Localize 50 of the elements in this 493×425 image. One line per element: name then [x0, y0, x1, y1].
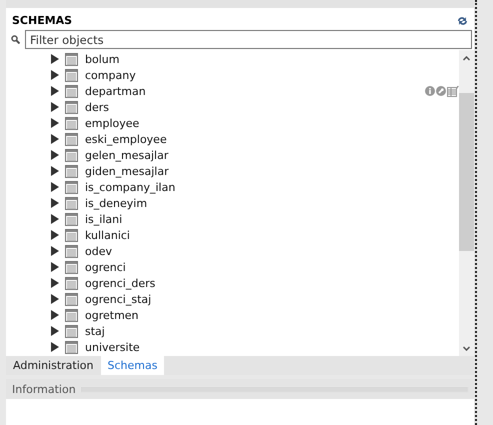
scrollbar[interactable]: [459, 50, 474, 356]
table-icon: [65, 292, 78, 306]
table-icon: [65, 132, 78, 146]
information-title: Information: [12, 382, 76, 396]
table-icon: [65, 52, 78, 66]
table-icon: [65, 244, 78, 258]
table-data-icon[interactable]: [447, 86, 459, 96]
table-name[interactable]: ogretmen: [85, 308, 139, 322]
table-icon: [65, 148, 78, 162]
table-icon: [65, 84, 78, 98]
table-icon: [65, 340, 78, 354]
table-name[interactable]: giden_mesajlar: [85, 164, 169, 178]
table-icon: [65, 308, 78, 322]
table-name[interactable]: ogrenci: [85, 260, 126, 274]
table-name[interactable]: employee: [85, 116, 140, 130]
table-name[interactable]: gelen_mesajlar: [85, 148, 168, 162]
table-name[interactable]: company: [85, 68, 136, 82]
table-icon: [65, 68, 78, 82]
table-icon: [65, 180, 78, 194]
table-name[interactable]: eski_employee: [85, 132, 167, 146]
table-name[interactable]: ogrenci_staj: [85, 292, 152, 306]
tab[interactable]: Administration: [6, 356, 100, 375]
table-name[interactable]: staj: [85, 324, 105, 338]
table-icon: [65, 116, 78, 130]
refresh-icon[interactable]: [457, 16, 468, 26]
search-icon: [11, 35, 20, 44]
table-icon: [65, 212, 78, 226]
filter-field[interactable]: Filter objects: [25, 30, 472, 49]
table-icon: [65, 260, 78, 274]
table-icon: [65, 228, 78, 242]
table-name[interactable]: odev: [85, 244, 112, 258]
table-name[interactable]: departman: [85, 84, 146, 98]
info-icon[interactable]: [425, 86, 435, 96]
table-name[interactable]: is_company_ilan: [85, 180, 176, 194]
table-name[interactable]: universite: [85, 340, 140, 354]
table-icon: [65, 196, 78, 210]
table-icon: [65, 276, 78, 290]
table-name[interactable]: kullanici: [85, 228, 130, 242]
table-icon: [65, 100, 78, 114]
table-icon: [65, 324, 78, 338]
table-name[interactable]: ders: [85, 100, 110, 114]
table-name[interactable]: bolum: [85, 52, 120, 66]
scroll-thumb[interactable]: [459, 93, 474, 251]
schemas-title: SCHEMAS: [12, 14, 72, 27]
table-icon: [65, 164, 78, 178]
wrench-icon[interactable]: [436, 86, 446, 96]
table-name[interactable]: is_deneyim: [85, 196, 148, 210]
table-name[interactable]: is_ilani: [85, 212, 122, 226]
tab[interactable]: Schemas: [100, 356, 164, 375]
table-name[interactable]: ogrenci_ders: [85, 276, 156, 290]
